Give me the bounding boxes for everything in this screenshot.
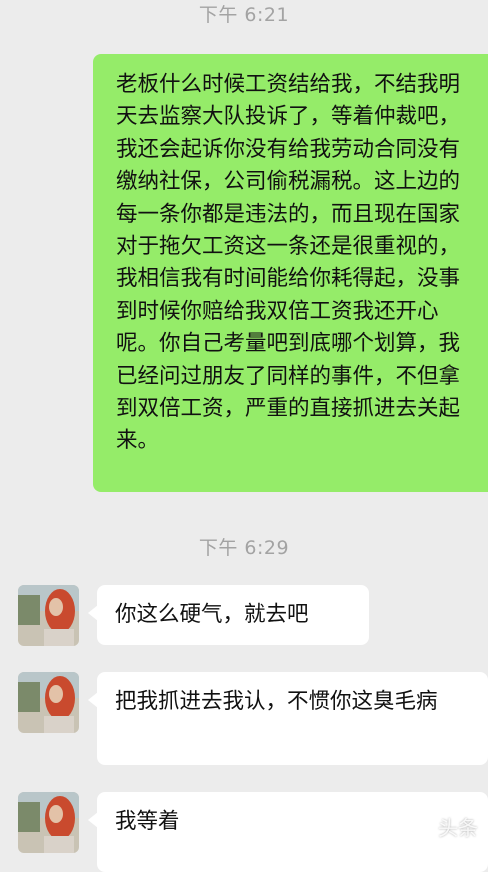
avatar[interactable] [18,672,79,733]
incoming-message-bubble[interactable]: 我等着 [88,792,488,872]
incoming-message-bubble[interactable]: 你这么硬气，就去吧 [88,585,369,645]
incoming-message-bubble[interactable]: 把我抓进去我认，不惯你这臭毛病 [88,672,488,765]
avatar[interactable] [18,792,79,853]
outgoing-message-bubble[interactable]: 老板什么时候工资结给我，不结我明天去监察大队投诉了，等着仲裁吧，我还会起诉你没有… [93,54,488,492]
avatar[interactable] [18,585,79,646]
timestamp: 下午 6:21 [198,4,290,26]
timestamp: 下午 6:29 [198,537,290,559]
watermark: 头条 [438,816,478,840]
